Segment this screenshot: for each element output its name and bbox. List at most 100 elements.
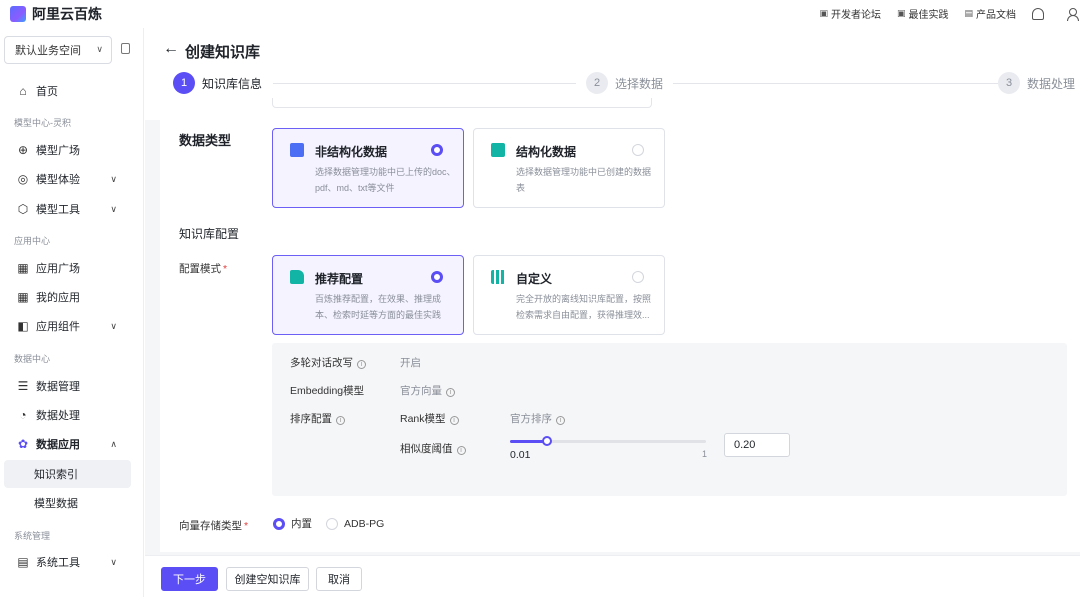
rank-model-text: Rank模型 <box>400 413 446 425</box>
card-structured-data[interactable]: 结构化数据 选择数据管理功能中已创建的数据表 <box>473 128 665 208</box>
card-title: 非结构化数据 <box>315 145 388 159</box>
step-connector <box>273 83 576 84</box>
sidebar-item-label: 应用广场 <box>36 263 80 275</box>
sidebar-item-label: 模型体验 <box>36 174 80 186</box>
ranking-label: 排序配置 i <box>290 411 345 426</box>
required-mark: * <box>244 520 249 532</box>
card-unstructured-data[interactable]: 非结构化数据 选择数据管理功能中已上传的doc、pdf、md、txt等文件 <box>272 128 464 208</box>
sidebar-item-model-square[interactable]: ⊕ 模型广场 <box>0 136 143 164</box>
sidebar-item-app-square[interactable]: ▦ 应用广场 <box>0 254 143 282</box>
info-icon[interactable]: i <box>456 446 466 455</box>
info-icon[interactable]: i <box>556 416 565 425</box>
sliders-icon <box>491 270 505 284</box>
chevron-down-icon: ∨ <box>110 556 117 567</box>
workspace-select[interactable]: 默认业务空间 ∨ <box>4 36 112 64</box>
best-practice-link[interactable]: ▣ 最佳实践 <box>897 6 949 21</box>
card-custom-config[interactable]: 自定义 完全开放的离线知识库配置，按照检索需求自由配置，获得推理效... <box>473 255 665 335</box>
card-desc: 百炼推荐配置，在效果、推理成本、检索时延等方面的最佳实践 <box>315 294 442 320</box>
logo-icon <box>10 6 26 22</box>
step-2: 2 选择数据 <box>586 72 663 94</box>
sidebar-item-data-apps[interactable]: ✿ 数据应用 ∧ <box>0 430 143 458</box>
sidebar-item-label: 模型工具 <box>36 204 80 216</box>
home-icon: ⌂ <box>19 84 27 98</box>
config-details: 多轮对话改写 i 开启 Embedding模型 官方向量 i 排序配置 i Rank模… <box>272 343 1067 496</box>
radio-builtin[interactable] <box>273 517 285 530</box>
logo[interactable]: 阿里云百炼 <box>10 4 102 24</box>
sidebar-item-model-tools[interactable]: ⬡ 模型工具 ∨ <box>0 195 143 223</box>
card-title: 推荐配置 <box>315 272 364 286</box>
info-icon[interactable]: i <box>449 416 459 425</box>
product-docs-link[interactable]: ▤ 产品文档 <box>964 6 1016 21</box>
sidebar-item-label: 模型数据 <box>34 498 78 510</box>
sidebar-item-my-apps[interactable]: ▦ 我的应用 <box>0 283 143 311</box>
sidebar-item-label: 应用组件 <box>36 321 80 333</box>
thumbs-up-icon <box>290 270 304 284</box>
sidebar-item-label: 模型广场 <box>36 145 80 157</box>
sidebar-item-model-data[interactable]: 模型数据 <box>4 489 131 517</box>
page-title: 创建知识库 <box>185 44 261 61</box>
database-icon: ☰ <box>17 379 29 393</box>
step-label: 数据处理 <box>1027 76 1076 91</box>
sidebar-item-data-management[interactable]: ☰ 数据管理 <box>0 372 143 400</box>
threshold-input[interactable]: 0.20 <box>724 433 790 457</box>
top-bar: 阿里云百炼 ▣ 开发者论坛 ▣ 最佳实践 ▤ 产品文档 <box>0 0 1080 28</box>
step-label: 选择数据 <box>615 76 664 91</box>
my-apps-icon: ▦ <box>17 290 29 304</box>
product-docs-label: 产品文档 <box>976 10 1016 21</box>
similarity-text: 相似度阈值 <box>400 443 453 455</box>
radio-adb-pg-label[interactable]: ADB-PG <box>344 518 384 530</box>
card-recommended-config[interactable]: 推荐配置 百炼推荐配置，在效果、推理成本、检索时延等方面的最佳实践 <box>272 255 464 335</box>
slider-handle[interactable] <box>542 436 553 446</box>
rank-model-value-text: 官方排序 <box>510 413 552 425</box>
sidebar-item-knowledge-index[interactable]: 知识索引 <box>4 460 131 488</box>
chevron-up-icon: ∧ <box>110 438 117 449</box>
form-footer: 下一步 创建空知识库 取消 <box>145 555 1080 597</box>
sidebar-item-label: 首页 <box>36 86 58 98</box>
card-radio[interactable] <box>632 144 644 156</box>
step-number: 3 <box>998 72 1020 94</box>
user-icon[interactable] <box>1066 7 1079 21</box>
sidebar-item-home[interactable]: ⌂ 首页 <box>0 77 143 105</box>
multi-turn-value: 开启 <box>400 357 421 369</box>
next-button[interactable]: 下一步 <box>161 567 218 591</box>
info-icon[interactable]: i <box>446 388 455 397</box>
step-label: 知识库信息 <box>202 76 263 91</box>
data-processing-icon: ◔ <box>19 408 27 422</box>
similarity-slider[interactable] <box>510 436 706 446</box>
sidebar-item-label: 数据处理 <box>36 410 80 422</box>
developer-forum-label: 开发者论坛 <box>830 10 881 21</box>
stepper: 1 知识库信息 2 选择数据 3 数据处理 <box>173 72 1080 96</box>
card-radio[interactable] <box>431 144 443 156</box>
card-radio[interactable] <box>632 271 644 283</box>
radio-builtin-label[interactable]: 内置 <box>291 516 312 531</box>
step-connector <box>673 83 998 84</box>
form-content: 数据类型 非结构化数据 选择数据管理功能中已上传的doc、pdf、md、txt等… <box>160 98 1080 552</box>
config-mode-text: 配置模式 <box>179 263 221 275</box>
sidebar-item-system-tools[interactable]: ▤ 系统工具 ∨ <box>0 548 143 576</box>
cancel-button[interactable]: 取消 <box>316 567 362 591</box>
sidebar-item-app-components[interactable]: ◧ 应用组件 ∨ <box>0 312 143 340</box>
similarity-label: 相似度阈值 i <box>400 441 466 456</box>
system-tools-icon: ▤ <box>17 555 29 569</box>
sidebar-item-data-processing[interactable]: ◔ 数据处理 <box>0 401 143 429</box>
vector-store-text: 向量存储类型 <box>179 520 242 532</box>
bell-icon[interactable] <box>1032 7 1044 20</box>
required-mark: * <box>223 263 228 275</box>
sidebar-item-label: 系统工具 <box>36 557 80 569</box>
embedding-value: 官方向量 i <box>400 383 455 398</box>
sidebar-item-model-experience[interactable]: ◎ 模型体验 ∨ <box>0 165 143 193</box>
radio-adb-pg[interactable] <box>326 517 338 530</box>
workspace-doc-icon[interactable] <box>121 43 130 54</box>
developer-forum-link[interactable]: ▣ 开发者论坛 <box>819 6 881 21</box>
slider-min-label: 0.01 <box>510 449 531 461</box>
workspace-label: 默认业务空间 <box>15 45 81 57</box>
table-icon <box>491 143 505 157</box>
info-icon[interactable]: i <box>336 416 345 425</box>
model-tools-icon: ⬡ <box>17 202 29 216</box>
back-arrow-icon[interactable]: ← <box>163 40 179 58</box>
chevron-down-icon: ∨ <box>110 203 117 214</box>
info-icon[interactable]: i <box>357 360 366 369</box>
card-radio[interactable] <box>431 271 443 283</box>
create-empty-kb-button[interactable]: 创建空知识库 <box>226 567 309 591</box>
kb-config-label: 知识库配置 <box>179 227 240 241</box>
